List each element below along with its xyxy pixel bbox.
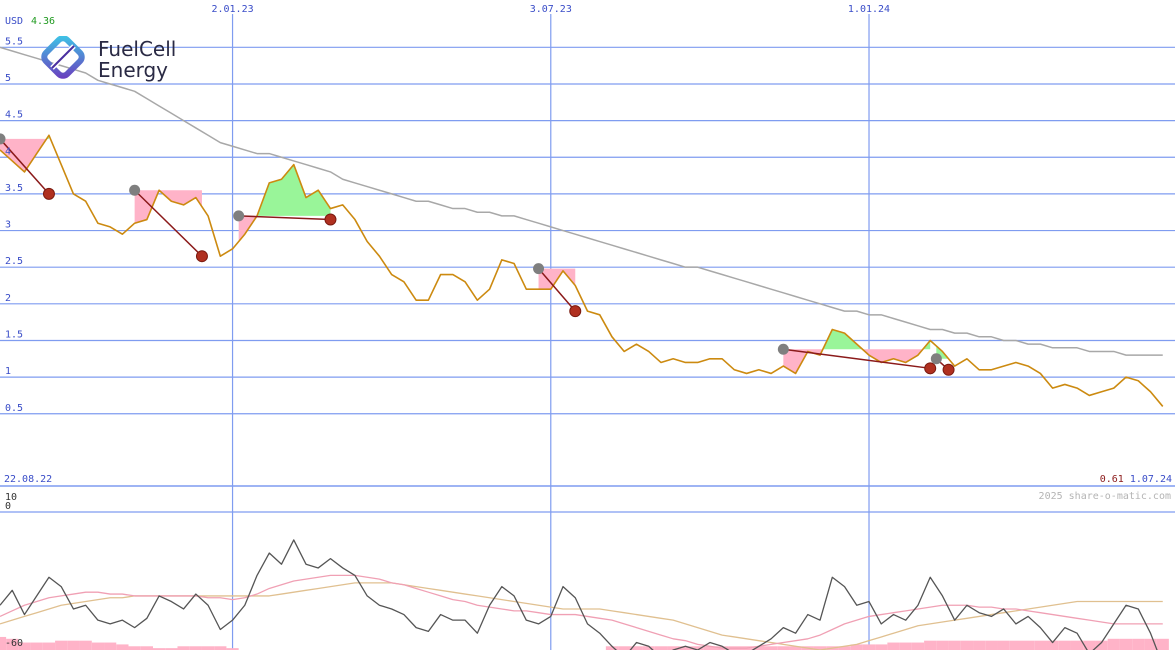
osc-bar	[936, 640, 949, 650]
fuelcell-logo-icon	[41, 35, 85, 79]
osc-bar	[862, 644, 876, 650]
osc-bar	[128, 646, 141, 650]
osc-bar	[887, 642, 900, 650]
exit-marker	[924, 362, 937, 375]
osc-bar	[189, 646, 202, 650]
osc-bar	[1034, 640, 1047, 650]
y-tick-label: 2.5	[5, 256, 23, 267]
entry-marker	[129, 184, 141, 196]
osc-bar	[116, 644, 129, 650]
osc-bar	[764, 646, 778, 650]
osc-bar	[973, 640, 986, 650]
osc-bar	[201, 646, 215, 650]
osc-bar	[1070, 640, 1084, 650]
osc-bar	[1119, 638, 1133, 650]
osc-tick-label: -60	[5, 638, 23, 649]
x-tick-label: 1.01.24	[848, 4, 890, 15]
y-tick-label: 3	[5, 220, 11, 231]
y-tick-label: 1	[5, 366, 11, 377]
grid-lines	[0, 14, 1175, 650]
osc-bar	[67, 640, 80, 650]
y-tick-label: 1.5	[5, 329, 23, 340]
axis-labels: 5.554.543.532.521.510.5100-602.01.23 3.07…	[5, 4, 890, 649]
y-tick-label: 5	[5, 73, 11, 84]
osc-bar	[177, 646, 190, 650]
osc-bar	[997, 640, 1010, 650]
osc-bar	[985, 640, 998, 650]
osc-main-line	[0, 539, 1158, 650]
osc-bar	[104, 642, 117, 650]
osc-bar	[924, 640, 937, 650]
x-tick-label: 3.07.23	[530, 4, 572, 15]
osc-bar	[875, 644, 888, 650]
osc-bar	[777, 646, 790, 650]
price-line	[0, 134, 1164, 407]
start-date-label: 22.08.22	[4, 474, 52, 485]
entry-marker	[930, 353, 942, 365]
osc-slow-line	[0, 582, 1163, 650]
signal-fills	[0, 135, 949, 374]
exit-marker	[569, 305, 582, 318]
osc-bar	[214, 646, 227, 650]
osc-tick-label: 0	[5, 501, 11, 512]
osc-bar	[1009, 640, 1023, 650]
osc-bar	[911, 642, 925, 650]
osc-bar	[1107, 638, 1120, 650]
osc-bar	[1058, 640, 1071, 650]
osc-bar	[91, 642, 105, 650]
y-tick-label: 3.5	[5, 183, 23, 194]
end-price-label: 0.61	[1100, 474, 1124, 485]
osc-bar	[30, 642, 43, 650]
y-tick-label: 2	[5, 293, 11, 304]
y-tick-label: 5.5	[5, 36, 23, 47]
currency-label: USD	[5, 16, 23, 27]
gain-region	[783, 329, 931, 350]
x-tick-label: 2.01.23	[211, 4, 253, 15]
osc-bar	[79, 640, 92, 650]
watermark: 2025 share-o-matic.com	[1039, 491, 1171, 502]
last-price-label: 4.36	[31, 16, 55, 27]
osc-bar	[899, 642, 912, 650]
osc-bar	[618, 646, 631, 650]
exit-marker	[42, 187, 55, 200]
exit-marker	[324, 213, 337, 226]
osc-bar	[42, 642, 56, 650]
exit-marker	[195, 250, 208, 263]
signal-markers	[0, 133, 955, 376]
osc-bar	[654, 646, 668, 650]
entry-marker	[533, 263, 545, 275]
exit-marker	[942, 363, 955, 376]
entry-marker	[233, 210, 245, 222]
y-tick-label: 0.5	[5, 403, 23, 414]
gain-region	[0, 135, 49, 139]
series-lines	[0, 46, 1169, 650]
osc-bar	[948, 640, 961, 650]
loss-region	[134, 190, 202, 224]
osc-bar	[1156, 638, 1169, 650]
osc-bar	[960, 640, 974, 650]
entry-marker	[777, 343, 789, 355]
logo-line-2: Energy	[98, 58, 169, 82]
osc-bar	[1132, 638, 1145, 650]
stock-chart: 5.554.543.532.521.510.5100-602.01.23 3.07…	[0, 4, 1175, 650]
company-logo: FuelCell Energy	[38, 35, 176, 90]
osc-bar	[1022, 640, 1035, 650]
osc-bar	[55, 640, 68, 650]
logo-line-1: FuelCell	[98, 37, 177, 61]
end-date-label: 1.07.24	[1130, 474, 1172, 485]
osc-bar	[140, 646, 153, 650]
y-tick-label: 4.5	[5, 110, 23, 121]
y-tick-label: 4	[5, 146, 11, 157]
